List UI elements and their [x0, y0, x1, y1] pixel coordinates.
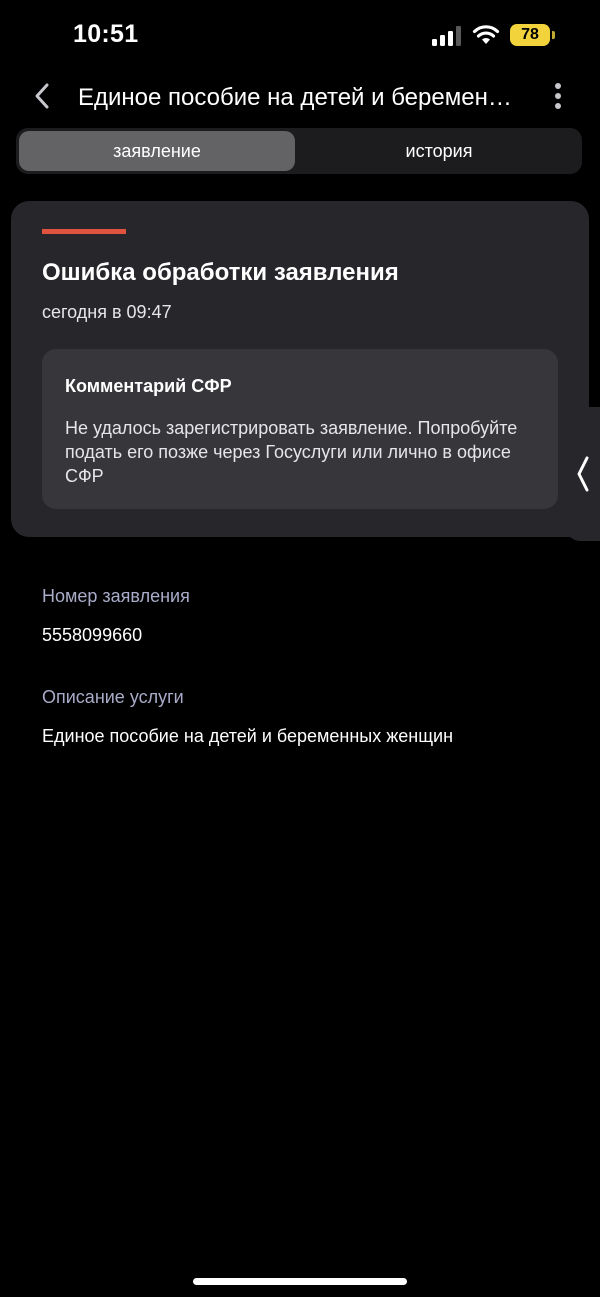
back-button[interactable]	[22, 76, 62, 116]
header: Единое пособие на детей и беременных жен…	[0, 72, 600, 122]
application-number-label: Номер заявления	[42, 586, 190, 606]
wifi-icon	[472, 25, 500, 44]
side-panel-handle[interactable]	[566, 407, 600, 541]
service-description-label: Описание услуги	[42, 687, 184, 707]
signal-icon	[432, 26, 461, 46]
page-title: Единое пособие на детей и беременных жен…	[78, 84, 523, 111]
chevron-left-icon	[577, 456, 589, 492]
comment-heading: Комментарий СФР	[65, 376, 232, 396]
status-card: Ошибка обработки заявления сегодня в 09:…	[11, 201, 589, 537]
tab-application[interactable]: заявление	[19, 131, 295, 171]
status-title: Ошибка обработки заявления	[42, 259, 399, 286]
status-bar: 10:51 78	[0, 0, 600, 70]
status-date: сегодня в 09:47	[42, 302, 172, 322]
comment-box: Комментарий СФР Не удалось зарегистриров…	[42, 349, 558, 509]
application-number-value: 5558099660	[42, 625, 143, 645]
status-time: 10:51	[73, 20, 139, 48]
service-description-value: Единое пособие на детей и беременных жен…	[42, 726, 454, 746]
chevron-left-icon	[35, 83, 49, 109]
error-accent-bar	[42, 229, 126, 234]
battery-icon: 78	[510, 24, 556, 46]
battery-nub	[552, 31, 555, 39]
tab-bar: заявление история	[16, 128, 582, 174]
more-vertical-icon	[555, 83, 561, 109]
battery-level: 78	[510, 24, 550, 46]
tab-history[interactable]: история	[299, 131, 579, 171]
comment-text: Не удалось зарегистрировать заявление. П…	[65, 418, 518, 486]
home-indicator[interactable]	[193, 1278, 407, 1285]
more-options-button[interactable]	[540, 76, 576, 116]
